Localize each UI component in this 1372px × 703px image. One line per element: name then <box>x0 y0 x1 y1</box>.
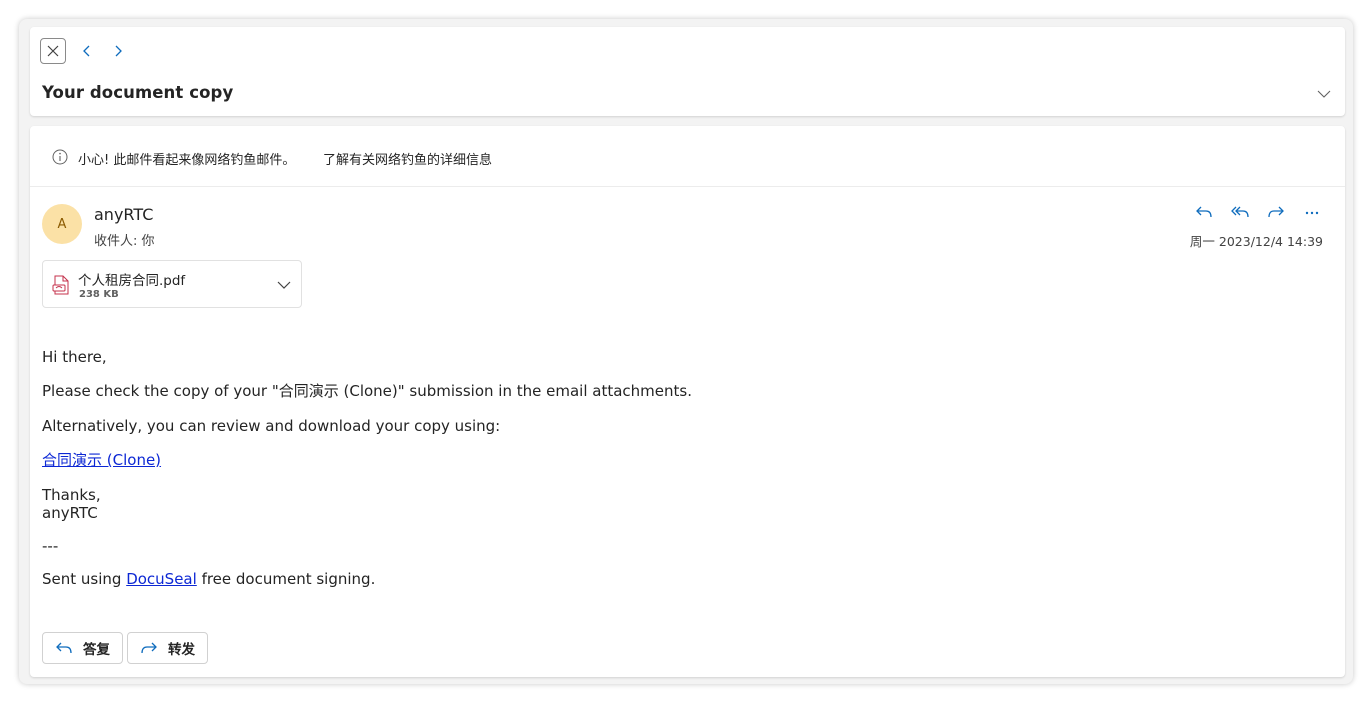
forward-icon <box>141 642 157 654</box>
signature-line: anyRTC <box>42 504 98 522</box>
sender-name[interactable]: anyRTC <box>94 205 153 224</box>
separator-line: --- <box>42 537 59 555</box>
pdf-file-icon <box>52 275 69 295</box>
email-body: Hi there, Please check the copy of your … <box>42 348 1322 588</box>
forward-button[interactable] <box>1265 203 1287 221</box>
email-subject: Your document copy <box>42 83 234 102</box>
footer-suffix: free document signing. <box>196 570 376 588</box>
forward-label: 转发 <box>168 642 195 658</box>
reply-all-icon <box>1231 206 1249 218</box>
chevron-right-icon[interactable] <box>111 44 125 58</box>
reply-label: 答复 <box>83 642 110 658</box>
greeting: Hi there, <box>42 348 107 366</box>
close-icon <box>47 45 59 57</box>
body-paragraph: Please check the copy of your "合同演示 (Clo… <box>42 382 692 400</box>
more-actions-button[interactable] <box>1301 203 1323 221</box>
body-paragraph: Alternatively, you can review and downlo… <box>42 417 501 435</box>
document-link[interactable]: 合同演示 (Clone) <box>42 451 161 469</box>
reply-icon <box>1196 206 1212 218</box>
forward-icon <box>1268 206 1284 218</box>
more-icon <box>1305 211 1319 215</box>
info-icon <box>52 149 68 165</box>
close-button[interactable] <box>40 38 66 64</box>
message-timestamp: 周一 2023/12/4 14:39 <box>1189 234 1323 249</box>
reply-footer-button[interactable]: 答复 <box>42 632 123 664</box>
forward-footer-button[interactable]: 转发 <box>127 632 208 664</box>
phishing-info-link[interactable]: 了解有关网络钓鱼的详细信息 <box>323 149 492 168</box>
reply-all-button[interactable] <box>1229 203 1251 221</box>
chevron-down-icon[interactable] <box>277 278 291 292</box>
attachment-size: 238 KB <box>79 289 119 300</box>
message-header: Your document copy <box>30 27 1345 116</box>
message-card: 小心! 此邮件看起来像网络钓鱼邮件。 了解有关网络钓鱼的详细信息 A anyRT… <box>30 126 1345 677</box>
reply-row: 答复 转发 <box>42 632 208 664</box>
attachment-card[interactable]: 个人租房合同.pdf 238 KB <box>42 260 302 308</box>
thanks-line: Thanks, <box>42 486 101 504</box>
phishing-warning-bar: 小心! 此邮件看起来像网络钓鱼邮件。 了解有关网络钓鱼的详细信息 <box>30 126 1345 187</box>
reply-icon <box>56 642 72 654</box>
recipient-line: 收件人: 你 <box>94 234 155 249</box>
chevron-left-icon[interactable] <box>80 44 94 58</box>
chevron-down-icon[interactable] <box>1317 87 1331 101</box>
footer-line: Sent using DocuSeal free document signin… <box>42 570 1322 588</box>
phishing-warning-text: 小心! 此邮件看起来像网络钓鱼邮件。 <box>78 153 296 168</box>
avatar[interactable]: A <box>42 204 82 244</box>
docuseal-link[interactable]: DocuSeal <box>126 570 197 588</box>
message-actions <box>1193 203 1323 221</box>
footer-prefix: Sent using <box>42 570 127 588</box>
reply-button[interactable] <box>1193 203 1215 221</box>
link-paragraph: 合同演示 (Clone) <box>42 451 1322 469</box>
attachment-name: 个人租房合同.pdf <box>78 273 186 289</box>
